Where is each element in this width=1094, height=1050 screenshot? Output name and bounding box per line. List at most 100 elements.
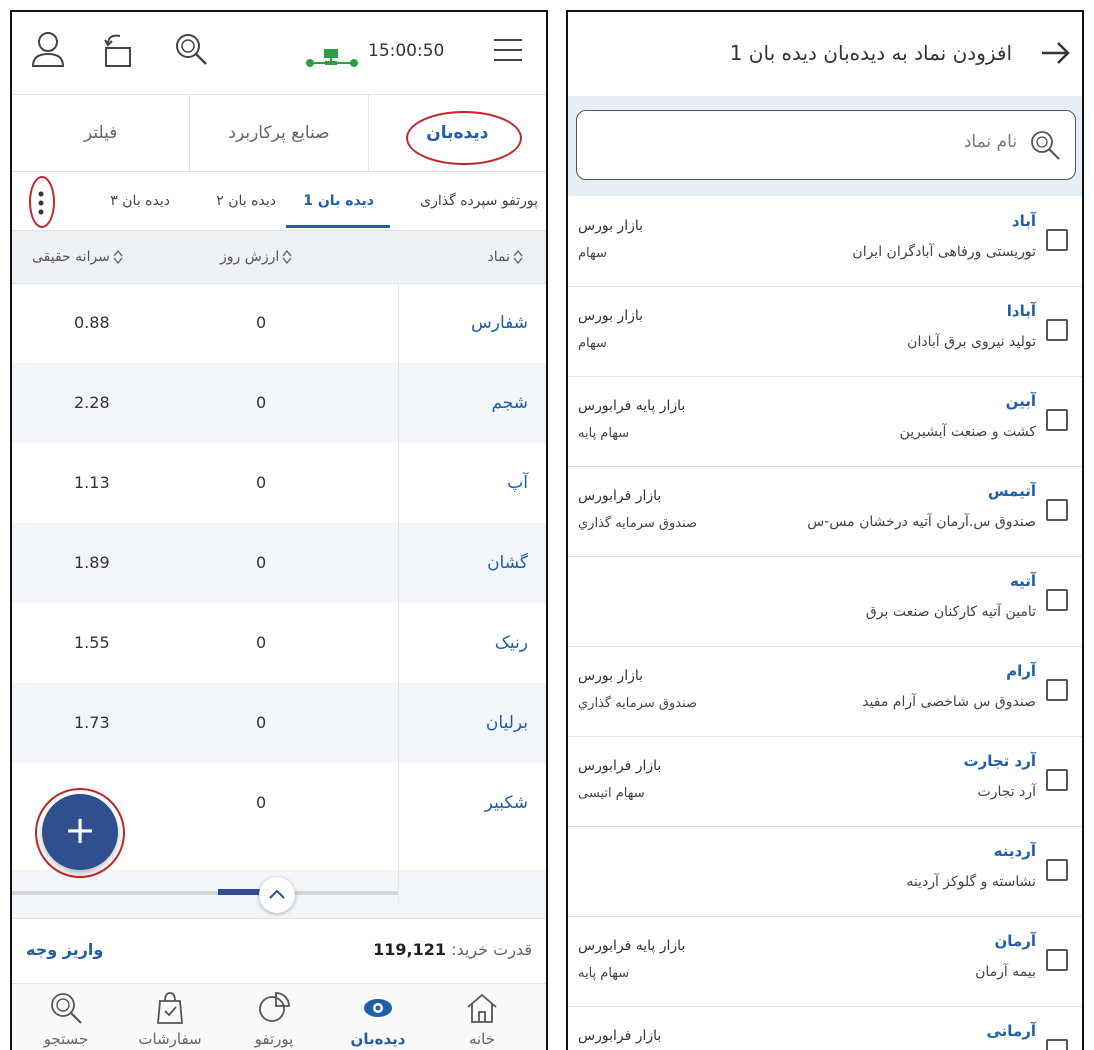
page-title: افزودن نماد به دیده‌بان دیده بان 1 — [729, 41, 1012, 65]
table-row[interactable]: گشان 0 1.89 — [12, 523, 546, 603]
item-market: بازار بورس — [578, 308, 644, 324]
column-divider — [398, 283, 399, 903]
row-ratio: 1.55 — [74, 633, 110, 652]
list-item[interactable]: آتیمس صندوق س.آرمان آتیه درخشان مس-س باز… — [568, 466, 1082, 557]
deposit-button[interactable]: واریز وجه — [26, 919, 103, 981]
item-market: بازار بورس — [578, 218, 644, 234]
row-value: 0 — [256, 393, 267, 412]
table-row[interactable]: برلیان 0 1.73 — [12, 683, 546, 763]
item-symbol: آرمانی — [986, 1022, 1036, 1040]
list-item[interactable]: آباد توریستی ورفاهی آبادگران ایران بازار… — [568, 196, 1082, 287]
item-company-name: صندوق س شاخصی آرام مفید — [862, 694, 1036, 710]
top-bar: 15:00:50 — [12, 12, 546, 95]
row-symbol[interactable]: شکبیر — [485, 763, 528, 843]
item-checkbox[interactable] — [1046, 949, 1068, 971]
list-item[interactable]: آرمانی بازار فرابورس — [568, 1006, 1082, 1050]
item-company-name: صندوق س.آرمان آتیه درخشان مس-س — [807, 514, 1036, 530]
item-market: بازار پایه فرابورس — [578, 938, 686, 954]
nav-orders[interactable]: سفارشات — [120, 984, 220, 1050]
row-symbol[interactable]: گشان — [487, 523, 528, 603]
chevron-up-icon[interactable] — [259, 877, 295, 913]
list-item[interactable]: آبین کشت و صنعت آبشیرین بازار پایه فرابو… — [568, 376, 1082, 467]
row-ratio: 1.73 — [74, 713, 110, 732]
item-company-name: تولید نیروی برق آبادان — [907, 334, 1036, 350]
item-checkbox[interactable] — [1046, 319, 1068, 341]
nav-watchlist[interactable]: دیده‌بان — [328, 984, 428, 1050]
item-company-name: تامین آتیه کارکنان صنعت برق — [865, 604, 1036, 620]
item-checkbox[interactable] — [1046, 229, 1068, 251]
symbol-search-input[interactable] — [615, 131, 1019, 153]
user-icon[interactable] — [30, 30, 70, 70]
list-item[interactable]: آردینه نشاسته و گلوکز آردینه — [568, 826, 1082, 917]
subtab-watchlist-1[interactable]: دیده بان 1 — [303, 172, 374, 230]
list-item[interactable]: آرد تجارت آرد تجارت بازار فرابورس سهام ا… — [568, 736, 1082, 827]
sort-icon — [513, 250, 523, 264]
nav-portfolio[interactable]: پورتفو — [224, 984, 324, 1050]
table-row[interactable]: شجم 0 2.28 — [12, 363, 546, 443]
item-symbol: آباد — [1011, 212, 1036, 230]
row-symbol[interactable]: آپ — [507, 443, 528, 523]
menu-icon[interactable] — [490, 30, 530, 70]
table-row[interactable]: رنیک 0 1.55 — [12, 603, 546, 683]
item-checkbox[interactable] — [1046, 769, 1068, 791]
search-box[interactable] — [576, 110, 1076, 180]
subtab-deposit-portfolio[interactable]: پورتفو سپرده گذاری — [420, 172, 538, 230]
item-symbol: آتیه — [1010, 572, 1036, 590]
row-ratio: 0.88 — [74, 313, 110, 332]
column-header-ratio[interactable]: سرانه حقیقی — [32, 231, 126, 283]
connection-status-icon — [306, 48, 362, 74]
search-section — [568, 96, 1082, 196]
tab-popular-industries[interactable]: صنایع پرکاربرد — [189, 95, 367, 171]
subtab-watchlist-3[interactable]: دیده بان ۳ — [110, 172, 170, 230]
nav-home[interactable]: خانه — [432, 984, 532, 1050]
item-market: بازار فرابورس — [578, 758, 662, 774]
item-symbol: آبادا — [1006, 302, 1036, 320]
row-value: 0 — [256, 713, 267, 732]
list-item[interactable]: آرمان بیمه آرمان بازار پایه فرابورس سهام… — [568, 916, 1082, 1007]
item-symbol: آرمان — [994, 932, 1037, 950]
item-checkbox[interactable] — [1046, 589, 1068, 611]
pie-chart-icon — [259, 992, 290, 1022]
row-symbol[interactable]: برلیان — [486, 683, 528, 763]
item-market: بازار پایه فرابورس — [578, 398, 686, 414]
rotate-icon[interactable] — [98, 30, 138, 70]
subtab-watchlist-2[interactable]: دیده بان ۲ — [216, 172, 276, 230]
add-symbol-button[interactable]: + — [42, 794, 118, 870]
item-market: بازار فرابورس — [578, 1028, 662, 1044]
highlight-oval — [29, 176, 55, 228]
row-ratio: 1.89 — [74, 553, 110, 572]
row-symbol[interactable]: شفارس — [471, 283, 528, 363]
row-value: 0 — [256, 313, 267, 332]
item-checkbox[interactable] — [1046, 1039, 1068, 1050]
zoom-icon[interactable] — [172, 30, 212, 70]
search-icon — [51, 993, 82, 1024]
item-checkbox[interactable] — [1046, 679, 1068, 701]
row-ratio: 2.28 — [74, 393, 110, 412]
search-icon — [1029, 129, 1061, 165]
list-item[interactable]: آبادا تولید نیروی برق آبادان بازار بورس … — [568, 286, 1082, 377]
item-symbol: آتیمس — [987, 482, 1036, 500]
item-company-name: کشت و صنعت آبشیرین — [899, 424, 1036, 440]
column-label: ارزش روز — [220, 249, 280, 265]
table-row[interactable]: شفارس 0 0.88 — [12, 283, 546, 363]
list-item[interactable]: آرام صندوق س شاخصی آرام مفید بازار بورس … — [568, 646, 1082, 737]
back-arrow-icon[interactable] — [1038, 36, 1072, 74]
row-value: 0 — [256, 793, 267, 812]
buying-power-bar: واریز وجه قدرت خرید: 119,121 — [12, 918, 546, 983]
table-row[interactable]: آپ 0 1.13 — [12, 443, 546, 523]
horizontal-scrollbar[interactable] — [12, 891, 398, 895]
row-symbol[interactable]: رنیک — [495, 603, 528, 683]
row-symbol[interactable]: شجم — [491, 363, 528, 443]
buying-power-value: 119,121 — [373, 940, 447, 959]
column-header-symbol[interactable]: نماد — [488, 231, 527, 283]
list-item[interactable]: آتیه تامین آتیه کارکنان صنعت برق — [568, 556, 1082, 647]
item-checkbox[interactable] — [1046, 859, 1068, 881]
item-checkbox[interactable] — [1046, 499, 1068, 521]
nav-label: خانه — [468, 1030, 496, 1048]
item-type: صندوق سرمایه گذاري — [578, 516, 698, 531]
item-type: سهام — [578, 246, 607, 261]
nav-search[interactable]: جستجو — [16, 984, 116, 1050]
tab-filter[interactable]: فیلتر — [12, 95, 189, 171]
column-header-value[interactable]: ارزش روز — [220, 231, 295, 283]
item-checkbox[interactable] — [1046, 409, 1068, 431]
